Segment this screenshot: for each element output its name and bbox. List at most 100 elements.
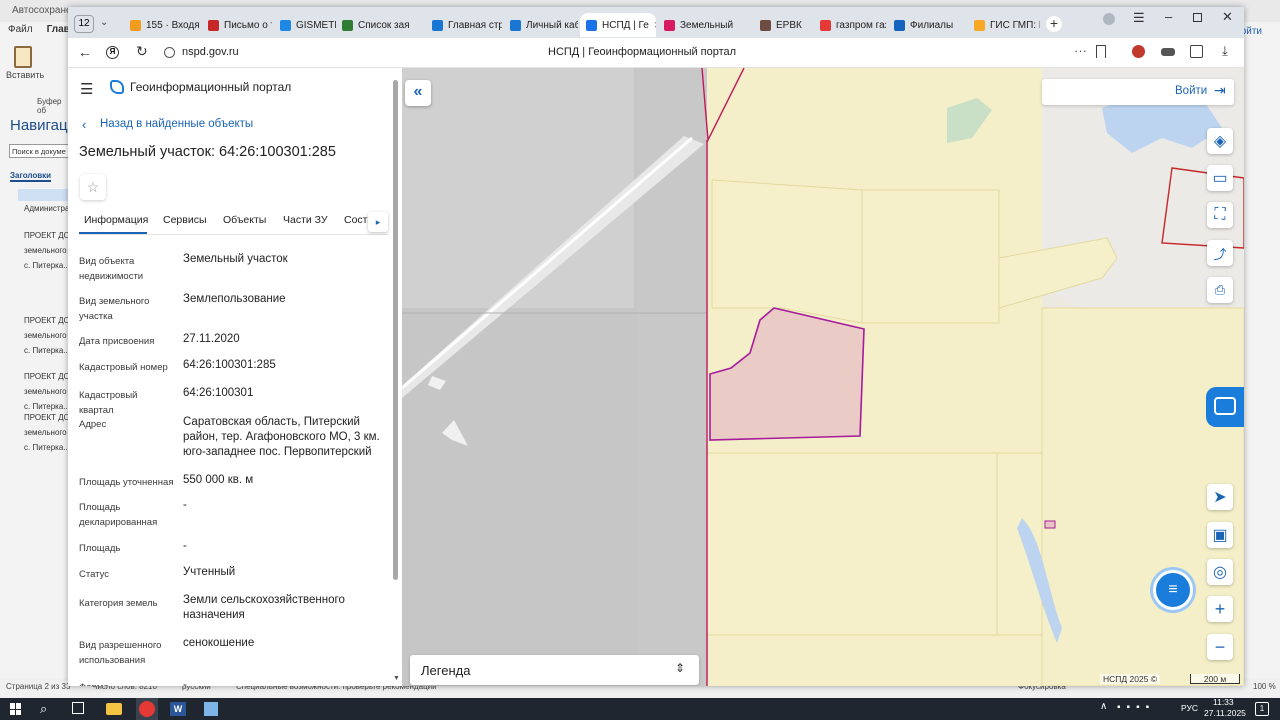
browser-tab[interactable]: 155 · Входя xyxy=(124,13,200,37)
yandex-icon[interactable]: Я xyxy=(106,46,119,59)
browser-tab[interactable]: НСПД | Ге ✕ xyxy=(580,13,656,37)
area-select-icon[interactable]: ⛶ xyxy=(1207,202,1233,228)
extension-icon[interactable] xyxy=(1132,45,1145,58)
screenshot-icon[interactable] xyxy=(1190,45,1203,58)
file-explorer-icon[interactable] xyxy=(106,703,122,715)
back-arrow-icon[interactable]: ← xyxy=(78,44,92,60)
word-menu-file[interactable]: Файл xyxy=(8,24,33,35)
menu-icon[interactable]: ☰ xyxy=(1133,10,1145,26)
tab-counter[interactable]: 12 xyxy=(74,15,94,33)
word-icon[interactable]: W xyxy=(170,702,186,716)
word-nav-item[interactable]: земельного xyxy=(24,387,70,396)
tab-close-icon[interactable]: ✕ xyxy=(654,20,656,31)
info-tab[interactable]: Части ЗУ xyxy=(283,214,328,226)
notification-icon[interactable]: 1 xyxy=(1255,702,1269,716)
word-nav-item[interactable]: земельного xyxy=(24,428,70,437)
status-zoom[interactable]: 100 % xyxy=(1253,682,1276,691)
word-nav-tab-headings[interactable]: Заголовки xyxy=(10,171,52,182)
ruler-icon[interactable]: ▭ xyxy=(1207,165,1233,191)
map-canvas[interactable] xyxy=(402,68,1244,686)
new-tab-icon[interactable]: + xyxy=(1046,16,1062,32)
reload-icon[interactable]: ↻ xyxy=(136,43,148,60)
browser-tab[interactable]: ЕРВК xyxy=(754,13,812,37)
info-tab[interactable]: Информация xyxy=(84,214,148,226)
maximize-icon[interactable] xyxy=(1193,13,1202,22)
minimize-icon[interactable]: – xyxy=(1165,9,1172,24)
browser-tab[interactable]: Личный каб xyxy=(504,13,578,37)
tray-date[interactable]: 27.11.2025 xyxy=(1204,708,1246,718)
start-icon[interactable] xyxy=(10,703,22,715)
word-nav-item[interactable]: ПРОЕКТ ДОГ xyxy=(24,413,70,422)
navigate-icon[interactable]: ➤ xyxy=(1207,484,1233,510)
word-nav-item[interactable]: Администра xyxy=(24,204,70,213)
locate-icon[interactable]: ◎ xyxy=(1207,559,1233,585)
paste-icon[interactable] xyxy=(14,46,32,68)
notepad-icon[interactable] xyxy=(204,702,218,716)
tray-time[interactable]: 11:33 xyxy=(1213,697,1234,707)
paste-label[interactable]: Вставить xyxy=(6,70,44,80)
collapse-panel-icon[interactable]: « xyxy=(405,80,431,106)
browser-tab[interactable]: Филиалы xyxy=(888,13,966,37)
share-icon[interactable]: ⤴ xyxy=(1207,240,1233,266)
word-nav-item[interactable]: с. Питерка... xyxy=(24,443,70,452)
word-nav-item[interactable]: ПРОЕКТ ДОГ xyxy=(24,372,70,381)
print-icon[interactable]: ⎙ xyxy=(1207,277,1233,303)
legend-label[interactable]: Легенда xyxy=(421,663,470,678)
map-view[interactable]: « Войти ⇥ ◈ ▭ ⛶ ⤴ ⎙ ➤ ▣ ◎ + − ≡ Легенда … xyxy=(402,68,1244,686)
browser-tab[interactable]: Список зая xyxy=(336,13,424,37)
hamburger-menu-icon[interactable]: ☰ xyxy=(80,80,93,98)
profile-icon[interactable] xyxy=(1103,13,1115,25)
url-text[interactable]: nspd.gov.ru xyxy=(182,46,239,58)
tray-icons[interactable]: ▪▪▪▪ xyxy=(1117,702,1155,713)
legend-expand-icon[interactable]: ⇕ xyxy=(675,661,685,675)
info-tab[interactable]: Сервисы xyxy=(163,214,207,226)
chat-assistant-icon[interactable]: ≡ xyxy=(1153,570,1193,610)
scroll-down-icon[interactable]: ▼ xyxy=(393,675,400,682)
panel-scrollbar[interactable] xyxy=(393,80,398,580)
zoom-in-icon[interactable]: + xyxy=(1207,596,1233,622)
yandex-browser-icon[interactable] xyxy=(136,698,158,720)
browser-tab[interactable]: Письмо о т xyxy=(202,13,272,37)
word-nav-search[interactable]: Поиск в докуме xyxy=(9,144,69,158)
portal-widget-icon[interactable] xyxy=(1206,387,1244,427)
info-row-label: Вид разрешенного использования xyxy=(79,640,162,666)
object-info-panel: ☰ Геоинформационный портал ‹ Назад в най… xyxy=(68,68,402,686)
download-icon[interactable]: ⤓ xyxy=(1222,43,1228,59)
login-arrow-icon[interactable]: ⇥ xyxy=(1214,82,1226,99)
bookmark-icon[interactable] xyxy=(1096,45,1106,58)
word-nav-item[interactable]: с. Питерка... xyxy=(24,261,70,270)
word-menu-home[interactable]: Глав xyxy=(47,24,70,35)
tabs-scroll-right-icon[interactable]: ▸ xyxy=(368,212,388,232)
layers-icon[interactable]: ◈ xyxy=(1207,128,1233,154)
site-info-icon[interactable] xyxy=(164,47,175,58)
word-nav-item[interactable]: земельного xyxy=(24,246,70,255)
tray-lang[interactable]: РУС xyxy=(1181,703,1198,713)
zoom-out-icon[interactable]: − xyxy=(1207,634,1233,660)
word-nav-item[interactable]: земельного xyxy=(24,331,70,340)
status-page[interactable]: Страница 2 из 33 xyxy=(6,682,70,691)
favorite-star-icon[interactable]: ☆ xyxy=(80,174,106,200)
browser-tab[interactable]: ГИС ГМП: П xyxy=(968,13,1040,37)
task-view-icon[interactable] xyxy=(72,702,84,714)
browser-tab[interactable]: Земельный xyxy=(658,13,752,37)
word-nav-item[interactable]: с. Питерка... xyxy=(24,346,70,355)
close-window-icon[interactable]: ✕ xyxy=(1222,9,1233,25)
downloads-tray-icon[interactable] xyxy=(1161,48,1175,56)
browser-tab[interactable]: газпром газ xyxy=(814,13,886,37)
info-tab[interactable]: Объекты xyxy=(223,214,266,226)
browser-tab[interactable]: Главная стр xyxy=(426,13,502,37)
legend-box[interactable]: Легенда ⇕ xyxy=(410,655,699,685)
tab-list-chevron-icon[interactable]: ⌄ xyxy=(100,17,108,28)
login-box[interactable]: Войти ⇥ xyxy=(1042,79,1234,105)
word-nav-item[interactable]: с. Питерка... xyxy=(24,402,70,411)
back-link[interactable]: Назад в найденные объекты xyxy=(100,118,253,130)
more-icon[interactable]: ··· xyxy=(1074,43,1087,58)
word-nav-item[interactable]: ПРОЕКТ ДОГ xyxy=(24,316,70,325)
login-label[interactable]: Войти xyxy=(1175,85,1207,97)
word-nav-item[interactable]: ПРОЕКТ ДОГ xyxy=(24,231,70,240)
search-icon[interactable]: ⌕ xyxy=(40,701,47,717)
back-chevron-icon[interactable]: ‹ xyxy=(82,117,86,132)
tray-chevron-icon[interactable]: ∧ xyxy=(1100,701,1107,712)
minimap-icon[interactable]: ▣ xyxy=(1207,522,1233,548)
browser-tab[interactable]: GISMETEO: xyxy=(274,13,336,37)
